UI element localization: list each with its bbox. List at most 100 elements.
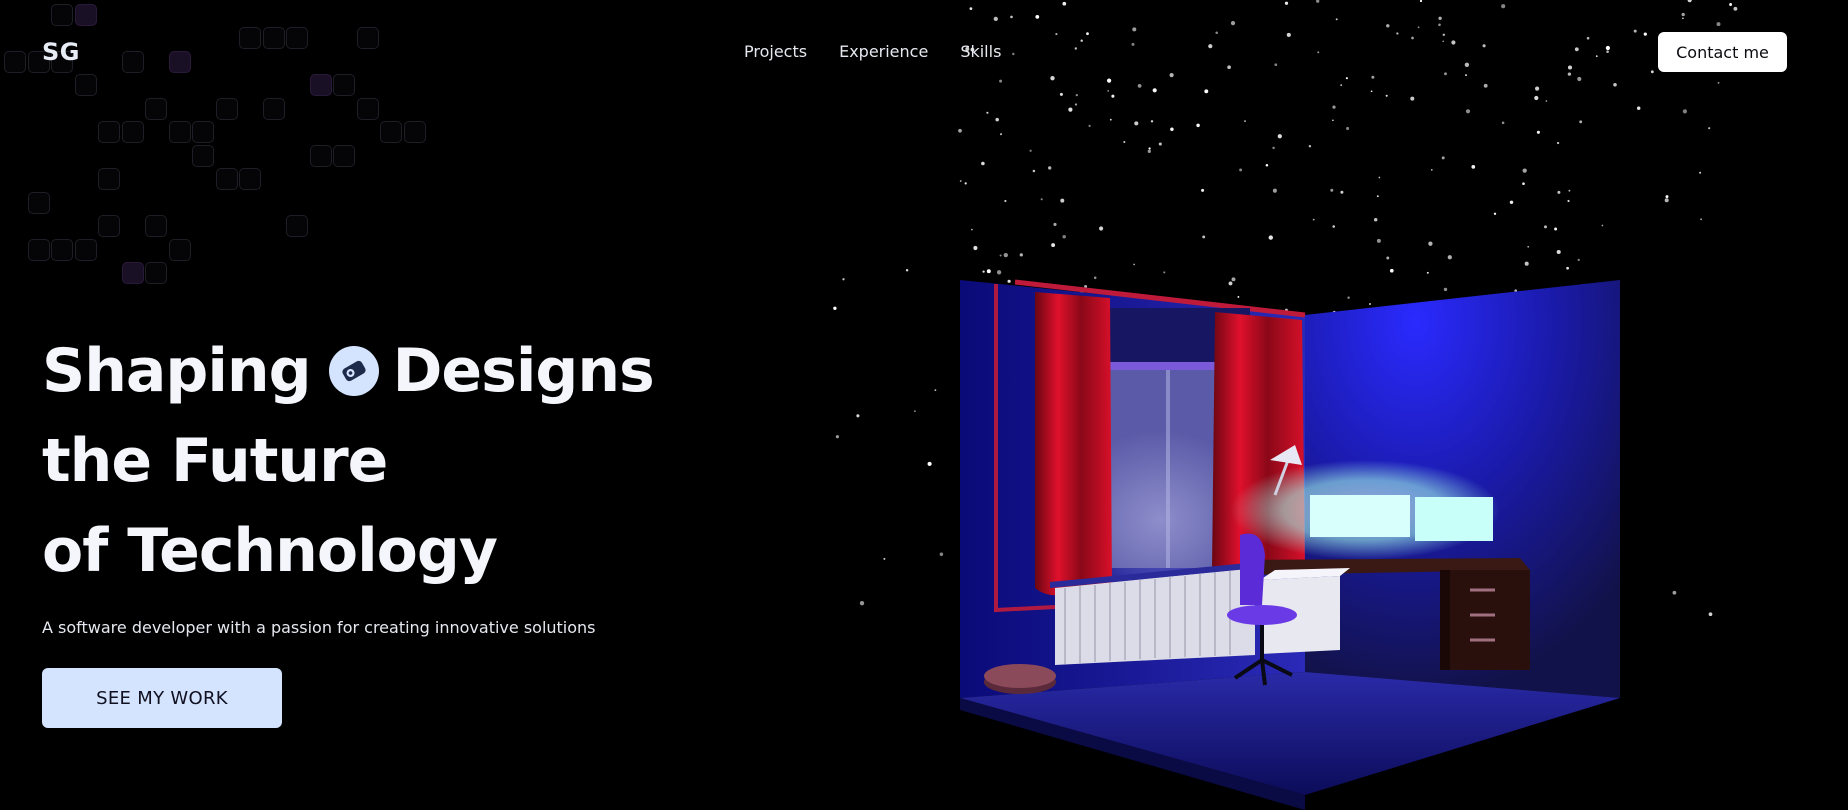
star xyxy=(1524,261,1529,266)
nav-projects[interactable]: Projects xyxy=(744,42,807,61)
star xyxy=(1556,141,1560,145)
star xyxy=(1554,227,1558,231)
grid-square xyxy=(192,121,214,143)
star xyxy=(1579,120,1583,124)
star xyxy=(1682,109,1688,114)
star xyxy=(1277,134,1282,139)
grid-square xyxy=(286,215,308,237)
star xyxy=(986,111,989,114)
star xyxy=(1376,195,1379,198)
star xyxy=(1029,149,1032,152)
hero-title-line-3: of Technology xyxy=(42,516,498,586)
grid-square xyxy=(380,121,402,143)
star xyxy=(905,268,909,272)
star xyxy=(1053,222,1057,226)
star xyxy=(1332,105,1336,109)
star xyxy=(958,128,962,133)
star xyxy=(1708,127,1711,130)
grid-square xyxy=(215,168,238,190)
star xyxy=(1332,225,1335,228)
star xyxy=(1441,156,1445,160)
star xyxy=(1601,224,1604,227)
star xyxy=(1568,189,1571,192)
star xyxy=(835,435,839,439)
contact-button[interactable]: Contact me xyxy=(1658,32,1787,72)
star xyxy=(1509,200,1514,205)
nav-skills[interactable]: Skills xyxy=(960,42,1001,61)
see-my-work-button[interactable]: SEE MY WORK xyxy=(42,668,282,728)
site-header: SG Projects Experience Skills Contact me xyxy=(0,0,1848,104)
star xyxy=(1699,171,1702,174)
hero-title-word-designs: Designs xyxy=(392,336,655,406)
hero-title: Shaping Designs the Future of Technology xyxy=(42,326,655,596)
star xyxy=(1201,188,1205,192)
star xyxy=(1346,126,1350,131)
grid-square xyxy=(168,238,191,261)
star xyxy=(999,254,1002,257)
star xyxy=(1060,198,1065,203)
star xyxy=(964,182,967,185)
left-curtain xyxy=(1035,292,1112,596)
star xyxy=(1567,199,1570,203)
star xyxy=(1150,120,1154,123)
star xyxy=(1048,166,1052,170)
robot-vacuum xyxy=(984,664,1056,694)
star xyxy=(1003,252,1008,258)
nav-experience[interactable]: Experience xyxy=(839,42,928,61)
star xyxy=(1040,198,1043,201)
star xyxy=(1373,217,1378,222)
star xyxy=(833,306,837,310)
star xyxy=(1019,253,1023,257)
star xyxy=(1700,218,1703,221)
star xyxy=(1428,241,1433,246)
star xyxy=(1109,118,1112,121)
star xyxy=(1557,190,1561,194)
star xyxy=(1158,142,1162,146)
swatch-icon xyxy=(328,346,379,396)
star xyxy=(1332,119,1334,122)
grid-square xyxy=(98,121,120,143)
grid-square xyxy=(333,144,355,167)
star xyxy=(883,557,886,560)
star xyxy=(1522,168,1527,173)
grid-square xyxy=(74,238,97,261)
star xyxy=(1196,123,1200,128)
star xyxy=(1664,198,1669,203)
hero-title-line-2: the Future xyxy=(42,426,388,496)
star xyxy=(1447,255,1452,260)
star xyxy=(999,133,1003,136)
grid-square xyxy=(192,144,214,167)
hero-subtitle: A software developer with a passion for … xyxy=(42,618,596,637)
grid-square xyxy=(27,238,50,261)
star xyxy=(995,117,999,122)
star xyxy=(1099,226,1104,231)
star xyxy=(1133,263,1135,266)
hero-title-word-shaping: Shaping xyxy=(42,336,312,406)
star xyxy=(1501,121,1505,125)
grid-square xyxy=(121,121,144,143)
logo[interactable]: SG xyxy=(42,38,80,66)
star xyxy=(1340,190,1344,194)
star xyxy=(973,245,978,251)
star xyxy=(1265,163,1269,167)
star xyxy=(1312,218,1315,221)
star xyxy=(1148,147,1151,150)
star xyxy=(1536,130,1540,134)
grid-square xyxy=(145,262,167,284)
star xyxy=(1147,149,1151,153)
star xyxy=(1636,106,1641,110)
grid-square xyxy=(309,144,332,167)
star xyxy=(1330,188,1334,192)
grid-square xyxy=(98,168,120,190)
room-illustration xyxy=(960,279,1620,810)
monitors xyxy=(1230,460,1500,560)
star xyxy=(1123,141,1126,143)
star xyxy=(1032,169,1036,173)
grid-square xyxy=(145,215,167,237)
star xyxy=(1308,144,1312,148)
star xyxy=(1088,124,1091,128)
star xyxy=(971,228,973,231)
star xyxy=(959,180,962,182)
star xyxy=(981,161,985,166)
grid-square xyxy=(51,238,73,261)
